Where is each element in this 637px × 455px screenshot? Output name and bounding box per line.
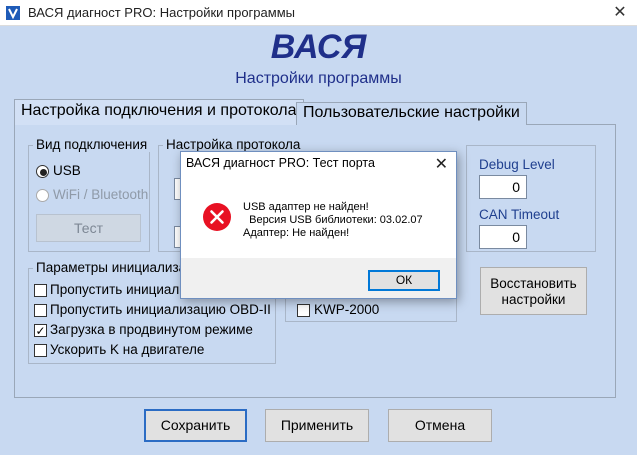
- window-close-icon[interactable]: ✕: [609, 3, 631, 23]
- dialog-message-line1: USB адаптер не найден!: [243, 201, 369, 213]
- advanced-mode-checkbox[interactable]: ✓: [34, 324, 47, 337]
- restore-settings-line2: настройки: [501, 292, 566, 307]
- page-subtitle: Настройки программы: [235, 70, 402, 87]
- speed-k-checkbox[interactable]: [34, 344, 47, 357]
- connection-type-title: Вид подключения: [33, 137, 151, 152]
- protocol-settings-title: Настройка протокола: [163, 137, 304, 152]
- test-button: Тест: [36, 214, 141, 242]
- app-icon: [6, 6, 20, 20]
- cancel-button[interactable]: Отмена: [388, 409, 492, 442]
- dialog-ok-button[interactable]: ОК: [368, 270, 440, 291]
- debug-level-input[interactable]: 0: [479, 175, 527, 199]
- skip-obd-init-checkbox[interactable]: [34, 304, 47, 317]
- skip-init-checkbox[interactable]: [34, 284, 47, 297]
- apply-button[interactable]: Применить: [265, 409, 369, 442]
- usb-radio-label: USB: [53, 163, 81, 178]
- can-timeout-input[interactable]: 0: [479, 225, 527, 249]
- tab-user-settings[interactable]: Пользовательские настройки: [296, 102, 527, 125]
- skip-init-label: Пропустить инициализ: [50, 282, 193, 297]
- restore-settings-button[interactable]: Восстановить настройки: [480, 267, 587, 315]
- dialog-message-line3: Адаптер: Не найден!: [243, 227, 350, 239]
- restore-settings-line1: Восстановить: [490, 276, 577, 291]
- debug-level-label: Debug Level: [479, 157, 555, 172]
- window-titlebar: ВАСЯ диагност PRO: Настройки программы ✕: [0, 0, 637, 26]
- port-test-dialog: ВАСЯ диагност PRO: Тест порта ✕ USB адап…: [180, 151, 457, 299]
- save-button[interactable]: Сохранить: [144, 409, 247, 442]
- brand-title: ВАСЯ: [270, 28, 367, 66]
- wifi-bluetooth-label: WiFi / Bluetooth: [53, 187, 149, 202]
- wifi-bluetooth-radio: [36, 189, 49, 202]
- kwp2000-label: KWP-2000: [314, 302, 380, 317]
- speed-k-label: Ускорить K на двигателе: [50, 342, 205, 357]
- dialog-close-icon[interactable]: ✕: [435, 154, 448, 174]
- advanced-mode-label: Загрузка в продвинутом режиме: [50, 322, 253, 337]
- dialog-footer: ОК: [181, 258, 456, 298]
- dialog-title: ВАСЯ диагност PRO: Тест порта: [186, 156, 375, 170]
- dialog-message-line2: Версия USB библиотеки: 03.02.07: [243, 214, 423, 226]
- can-timeout-label: CAN Timeout: [479, 207, 560, 222]
- tab-connection-protocol[interactable]: Настройка подключения и протокола: [14, 99, 304, 125]
- kwp2000-checkbox[interactable]: [297, 304, 310, 317]
- window-title: ВАСЯ диагност PRO: Настройки программы: [28, 5, 295, 20]
- usb-radio[interactable]: [36, 165, 49, 178]
- error-icon: [203, 203, 231, 231]
- skip-obd-init-label: Пропустить инициализацию OBD-II: [50, 302, 271, 317]
- init-params-title: Параметры инициализа: [33, 260, 190, 275]
